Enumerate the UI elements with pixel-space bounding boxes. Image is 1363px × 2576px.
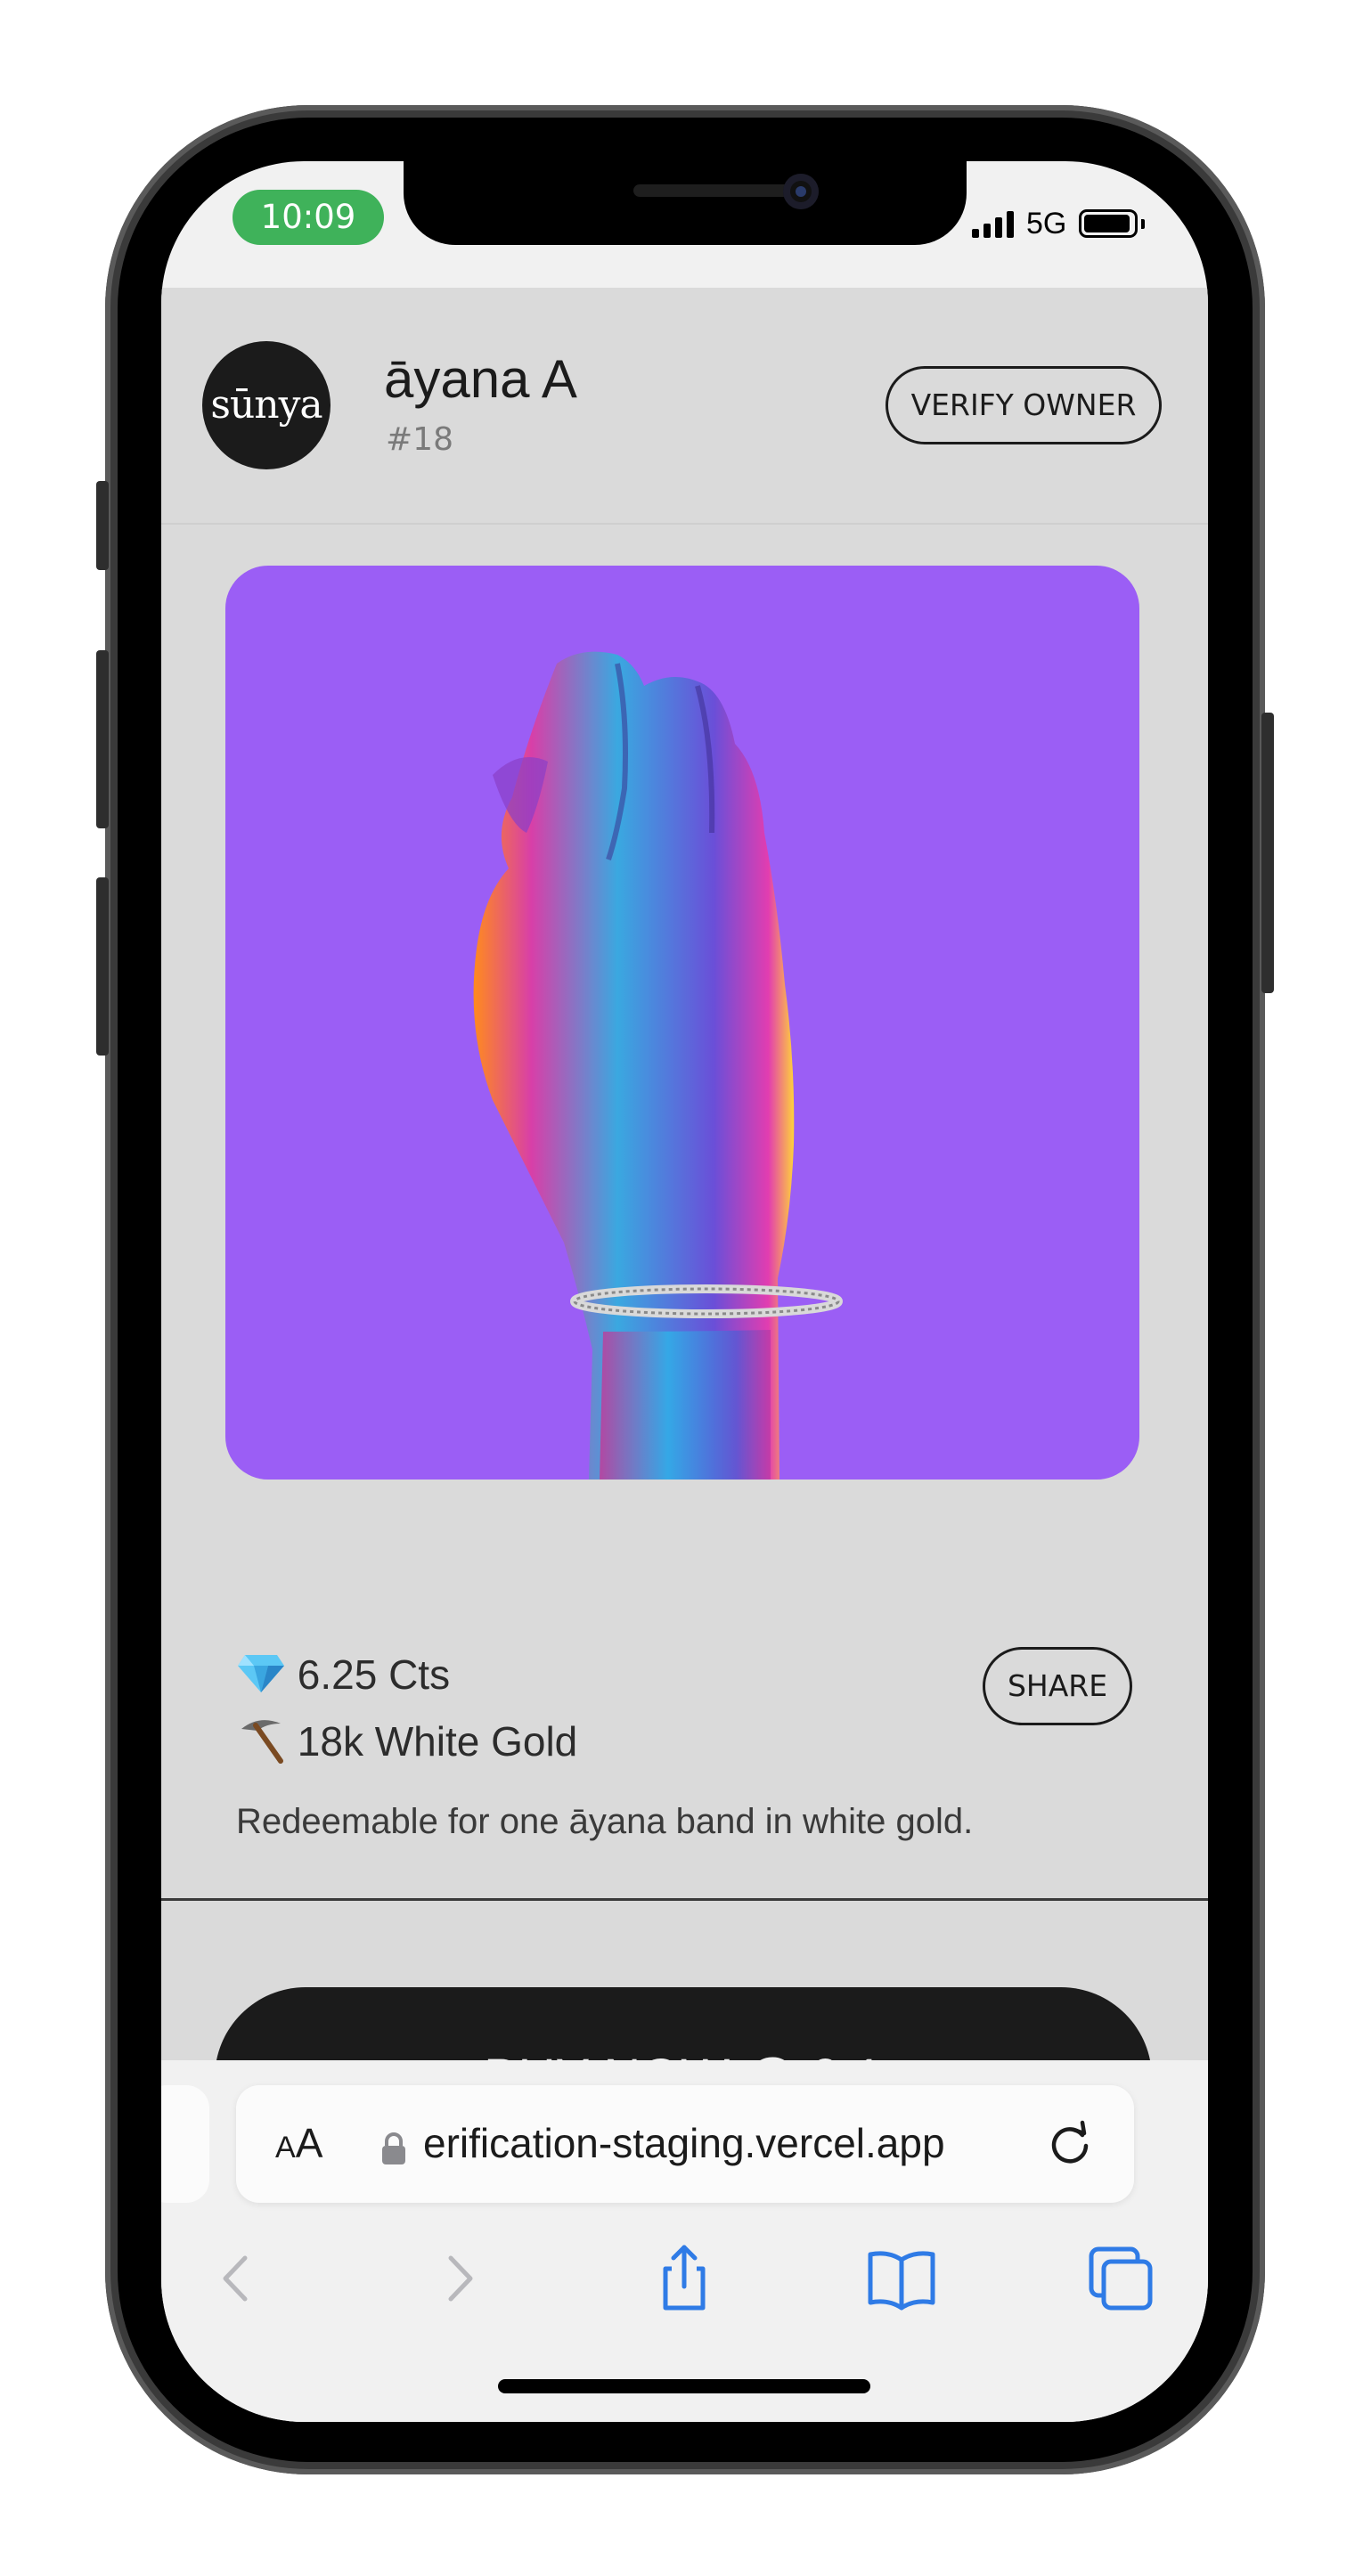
previous-tab-card[interactable]: [161, 2085, 209, 2203]
notch: [404, 161, 967, 245]
product-title: āyana A: [384, 349, 577, 409]
token-number: #18: [386, 421, 453, 458]
silent-switch: [96, 481, 109, 570]
volume-up-button: [96, 650, 109, 828]
share-icon[interactable]: [644, 2238, 724, 2319]
verify-owner-button[interactable]: VERIFY OWNER: [886, 366, 1162, 444]
battery-icon: [1079, 209, 1139, 238]
network-type: 5G: [1026, 206, 1067, 240]
battery-cap: [1141, 218, 1146, 229]
front-camera: [783, 174, 819, 209]
status-time: 10:09: [233, 190, 384, 245]
text-size-button[interactable]: AA: [275, 2119, 322, 2167]
forward-icon[interactable]: [420, 2238, 501, 2319]
home-indicator[interactable]: [498, 2379, 870, 2393]
header-divider: [161, 523, 1208, 525]
safari-bottom-bar: AA erification-staging.vercel.app: [161, 2060, 1208, 2422]
raised-hand-illustration: [473, 651, 843, 1480]
url-text: erification-staging.vercel.app: [423, 2120, 945, 2166]
brand-logo[interactable]: sūnya: [202, 341, 331, 469]
power-button: [1261, 713, 1274, 993]
reload-icon[interactable]: [1043, 2117, 1097, 2171]
metal-row: 18k White Gold: [236, 1715, 577, 1765]
safari-toolbar: [161, 2238, 1208, 2336]
pick-icon: [236, 1718, 298, 1765]
volume-down-button: [96, 877, 109, 1056]
tabs-icon[interactable]: [1081, 2238, 1161, 2319]
metal-value: 18k White Gold: [297, 1718, 578, 1765]
lock-icon: [382, 2132, 405, 2164]
web-page: sūnya āyana A #18 VERIFY OWNER 6.25 Cts …: [161, 288, 1208, 2169]
bookmarks-icon[interactable]: [861, 2238, 942, 2319]
carats-value: 6.25 Cts: [297, 1651, 451, 1698]
product-description: Redeemable for one āyana band in white g…: [236, 1802, 974, 1841]
address-bar[interactable]: AA erification-staging.vercel.app: [236, 2085, 1134, 2203]
product-image: [225, 566, 1139, 1480]
carats-row: 6.25 Cts: [236, 1651, 450, 1699]
speaker: [633, 184, 806, 197]
back-icon[interactable]: [195, 2238, 275, 2319]
section-divider: [161, 1898, 1208, 1901]
signal-icon: [972, 209, 1014, 238]
status-indicators: 5G: [972, 206, 1146, 241]
share-button[interactable]: SHARE: [983, 1647, 1132, 1725]
gem-icon: [236, 1651, 298, 1698]
screen: 10:09 5G sūnya āyana A #18 VERIFY OWNER: [161, 161, 1208, 2422]
